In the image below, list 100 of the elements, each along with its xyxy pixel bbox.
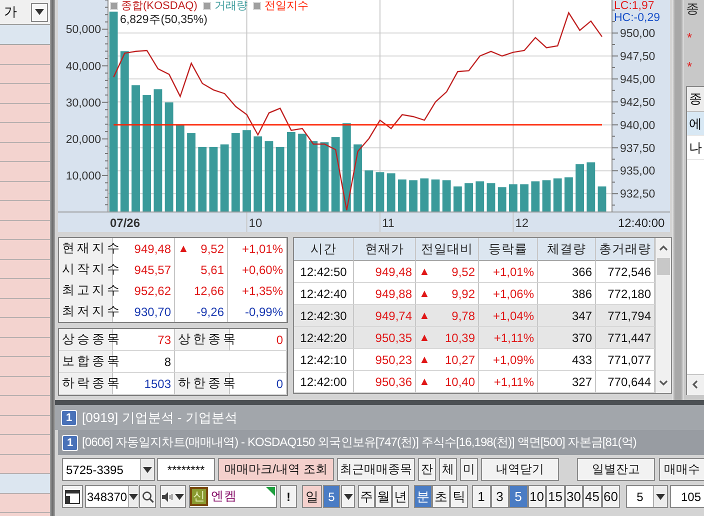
list-row[interactable] — [0, 182, 50, 201]
list-row[interactable] — [0, 416, 50, 435]
period-button[interactable]: 45 — [583, 485, 602, 508]
window-badge: 1 — [62, 434, 78, 450]
list-row[interactable] — [0, 104, 50, 123]
legend-marker-icon — [253, 2, 262, 10]
toolbar-button[interactable]: 매매마크/내역 조회 — [218, 458, 334, 481]
table-cell: 771,077 — [608, 352, 651, 366]
toolbar-button[interactable]: 잔 — [418, 458, 436, 481]
day-button[interactable]: 일 — [302, 485, 322, 508]
count-combo[interactable]: 5 — [626, 485, 668, 508]
axis-label: 937,50 — [620, 142, 656, 155]
list-row[interactable] — [0, 474, 50, 494]
axis-label: 11 — [382, 216, 394, 230]
corner-triangle-icon — [266, 487, 275, 496]
table-cell: 327 — [572, 374, 592, 388]
table-cell: 12:42:00 — [300, 374, 347, 388]
volume-bar — [198, 146, 207, 212]
list-row[interactable] — [0, 338, 50, 357]
period-button[interactable]: 초 — [432, 485, 450, 508]
legend-label: 종합(KOSDAQ) — [121, 0, 198, 12]
volume-bar — [364, 170, 374, 212]
volume-bar — [409, 180, 418, 212]
table-cell: 12:42:30 — [300, 308, 347, 322]
toolbar-button[interactable]: 일별잔고 — [577, 458, 655, 481]
toolbar-button[interactable]: 매매수 — [659, 458, 704, 481]
panel-title: 종 — [685, 0, 700, 16]
row-label: 상승종목 — [62, 331, 122, 348]
window-title: [0606] 자동일지차트(매매내역) - KOSDAQ150 외국인보유[747(천)] 주식수[16,198(천)] 액면[500] 자본금[81(억) — [82, 434, 636, 451]
table-cell: +1,11% — [494, 330, 534, 344]
toolbar-button[interactable]: 체 — [439, 458, 457, 481]
list-row[interactable] — [0, 298, 50, 318]
period-button[interactable]: 틱 — [450, 485, 468, 508]
layout-button[interactable] — [62, 485, 83, 508]
change-sign: ▲ — [419, 376, 430, 388]
caret-icon — [35, 9, 44, 15]
volume-bar — [576, 164, 584, 212]
legend-label: 거래량 — [214, 0, 248, 12]
table-cell: 949,88 — [375, 286, 412, 300]
window-title: [0919] 기업분석 - 기업분석 — [82, 408, 238, 426]
day-count[interactable]: 5 — [323, 485, 340, 508]
period-button[interactable]: 주 — [358, 485, 375, 508]
axis-label: 07/26 — [110, 216, 140, 230]
bar-count-field[interactable]: 105 — [670, 485, 704, 508]
table-cell: 386 — [572, 286, 592, 300]
alert-button[interactable]: ! — [280, 485, 297, 508]
toolbar-button[interactable]: 미 — [460, 458, 478, 481]
toolbar-button[interactable]: 내역닫기 — [481, 458, 559, 481]
list-row[interactable] — [0, 220, 50, 240]
list-row[interactable] — [0, 142, 50, 162]
axis-label: 932,50 — [620, 188, 656, 201]
table-cell: 770,644 — [608, 374, 651, 388]
index-value: 945,57 — [134, 262, 171, 276]
period-button[interactable]: 5 — [509, 485, 528, 508]
axis-label: 12 — [515, 216, 529, 230]
index-value: 952,62 — [134, 284, 171, 298]
period-button[interactable]: 30 — [564, 485, 583, 508]
period-button[interactable]: 15 — [546, 485, 564, 508]
dropdown-button[interactable] — [341, 485, 355, 508]
row-label: 상한종목 — [178, 331, 238, 348]
search-icon — [142, 490, 154, 502]
period-button[interactable]: 3 — [490, 485, 509, 508]
list-row[interactable] — [0, 494, 50, 513]
period-button[interactable]: 분 — [414, 485, 432, 508]
account-combo[interactable]: 5725-3395 — [62, 458, 155, 481]
list-row[interactable] — [0, 260, 50, 279]
table-cell: 772,546 — [608, 264, 651, 278]
list-item[interactable]: 에 — [687, 112, 704, 136]
table-cell: 950,36 — [375, 374, 412, 388]
sound-combo[interactable] — [160, 485, 186, 508]
list-item[interactable]: 나 — [687, 136, 704, 160]
period-button[interactable]: 월 — [375, 485, 392, 508]
change-sign: ▲ — [419, 266, 430, 278]
dropdown-button[interactable] — [31, 2, 48, 22]
list-row[interactable] — [0, 64, 50, 84]
window-layout-icon — [65, 490, 80, 504]
password-field[interactable]: ******** — [157, 458, 215, 481]
axis-label: 30,000 — [66, 97, 101, 110]
axis-label: 20,000 — [66, 134, 101, 146]
change-value: -9,26 — [196, 304, 224, 318]
table-cell: 950,23 — [375, 352, 412, 366]
period-button[interactable]: 년 — [392, 485, 409, 508]
row-label: 최저지수 — [62, 303, 122, 320]
row-label: 하락종목 — [62, 375, 122, 392]
column-header: 종 — [687, 87, 704, 112]
list-row[interactable] — [0, 376, 50, 396]
period-button[interactable]: 1 — [472, 485, 490, 508]
toolbar-button[interactable]: 최근매매종목 — [337, 458, 415, 481]
bullet-mark: * — [686, 58, 694, 74]
window-badge: 1 — [61, 410, 77, 426]
list-row[interactable] — [0, 454, 50, 474]
stock-field[interactable]: 신 엔켐 — [189, 485, 277, 508]
search-button[interactable] — [139, 485, 156, 508]
period-button[interactable]: 10 — [528, 485, 546, 508]
column-header: 현재가 — [354, 238, 416, 261]
code-combo[interactable]: 348370 — [85, 485, 138, 508]
period-button[interactable]: 60 — [602, 485, 620, 508]
scroll-thumb[interactable] — [657, 258, 670, 275]
caret-icon — [344, 494, 352, 500]
row-label: 최고지수 — [62, 282, 122, 299]
